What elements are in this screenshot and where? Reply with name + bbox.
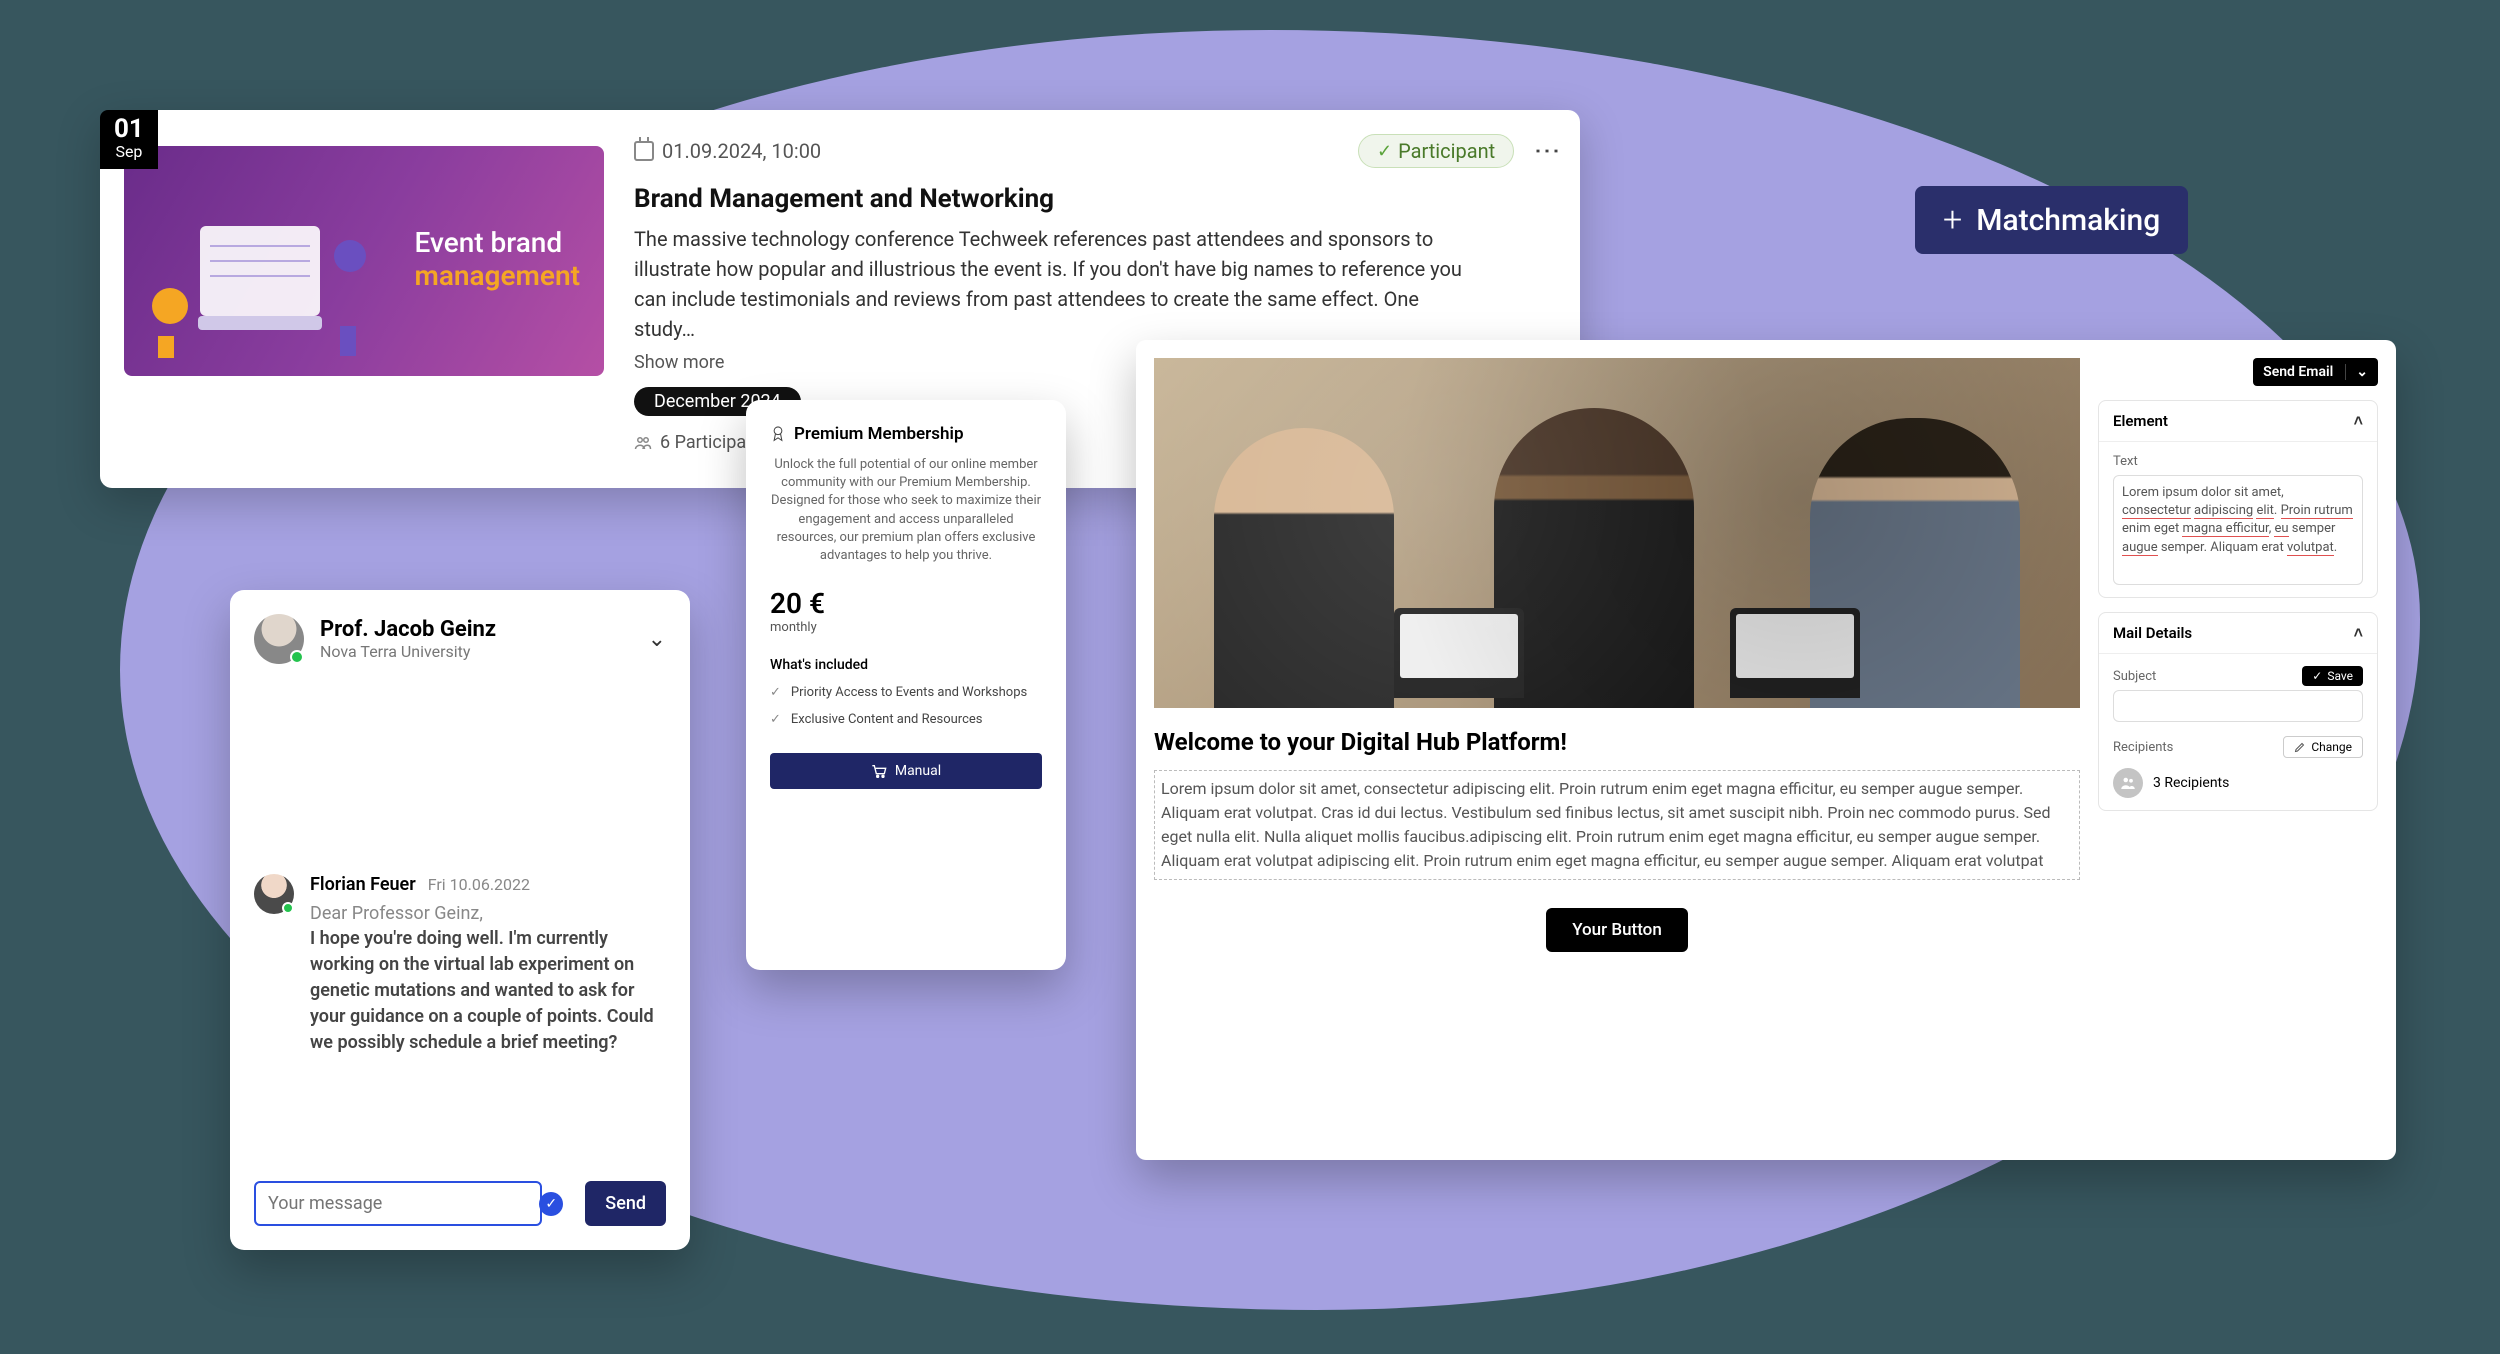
recipients-label: Recipients bbox=[2113, 740, 2173, 755]
event-description: The massive technology conference Techwe… bbox=[634, 224, 1474, 344]
online-status-icon bbox=[282, 902, 294, 914]
matchmaking-label: Matchmaking bbox=[1976, 203, 2160, 238]
premium-manual-button[interactable]: Manual bbox=[770, 753, 1042, 789]
recipients-count: 3 Recipients bbox=[2153, 775, 2229, 791]
element-text-input[interactable]: Lorem ipsum dolor sit amet, consectetur … bbox=[2113, 475, 2363, 585]
matchmaking-button[interactable]: + Matchmaking bbox=[1915, 186, 2188, 254]
calendar-icon bbox=[634, 141, 654, 161]
banner-text-line1: Event brand bbox=[415, 226, 580, 259]
element-panel: Element ˄ Text Lorem ipsum dolor sit ame… bbox=[2098, 400, 2378, 598]
chat-message-input[interactable] bbox=[254, 1181, 542, 1226]
pencil-icon bbox=[2294, 741, 2306, 753]
whats-included-label: What's included bbox=[770, 657, 1042, 673]
chevron-down-icon[interactable]: ⌄ bbox=[2345, 364, 2368, 380]
chat-contact-org: Nova Terra University bbox=[320, 642, 496, 661]
medal-icon bbox=[770, 425, 786, 443]
mail-details-title: Mail Details bbox=[2113, 624, 2192, 642]
event-date-badge: 01 Sep bbox=[100, 110, 158, 169]
people-icon bbox=[634, 434, 652, 452]
premium-title: Premium Membership bbox=[794, 424, 964, 444]
premium-period: monthly bbox=[770, 620, 1042, 635]
sender-avatar bbox=[254, 874, 294, 914]
email-canvas: Welcome to your Digital Hub Platform! Lo… bbox=[1154, 358, 2080, 1142]
mail-details-header[interactable]: Mail Details ˄ bbox=[2099, 613, 2377, 654]
chat-contact-name: Prof. Jacob Geinz bbox=[320, 617, 496, 642]
event-date-time-text: 01.09.2024, 10:00 bbox=[662, 139, 821, 163]
editor-sidebar: Send Email ⌄ Element ˄ Text Lorem ipsum … bbox=[2098, 358, 2378, 1142]
event-title: Brand Management and Networking bbox=[634, 184, 1550, 214]
message-greeting: Dear Professor Geinz, bbox=[310, 903, 666, 924]
premium-membership-card: Premium Membership Unlock the full poten… bbox=[746, 400, 1066, 970]
mail-details-panel: Mail Details ˄ Subject ✓Save Recipients … bbox=[2098, 612, 2378, 811]
recipients-avatar-icon bbox=[2113, 768, 2143, 798]
date-badge-month: Sep bbox=[114, 142, 144, 161]
premium-cta-label: Manual bbox=[895, 763, 941, 779]
element-panel-title: Element bbox=[2113, 412, 2168, 430]
check-icon: ✓ bbox=[770, 685, 781, 700]
text-field-label: Text bbox=[2113, 454, 2363, 469]
save-button[interactable]: ✓Save bbox=[2302, 666, 2363, 686]
element-panel-header[interactable]: Element ˄ bbox=[2099, 401, 2377, 442]
subject-input[interactable] bbox=[2113, 690, 2363, 722]
chevron-up-icon[interactable]: ˄ bbox=[2354, 411, 2363, 431]
premium-feature-1: ✓Priority Access to Events and Workshops bbox=[770, 685, 1042, 700]
chevron-up-icon[interactable]: ˄ bbox=[2354, 623, 2363, 643]
subject-label: Subject bbox=[2113, 669, 2156, 684]
event-banner-image: Event brand management bbox=[124, 146, 604, 376]
email-cta-button[interactable]: Your Button bbox=[1546, 908, 1688, 952]
change-recipients-button[interactable]: Change bbox=[2283, 736, 2363, 758]
chat-card: Prof. Jacob Geinz Nova Terra University … bbox=[230, 590, 690, 1250]
people-icon bbox=[2119, 774, 2137, 792]
email-body-text[interactable]: Lorem ipsum dolor sit amet, consectetur … bbox=[1154, 770, 2080, 880]
check-icon: ✓ bbox=[1377, 141, 1392, 162]
banner-text-line2: management bbox=[415, 259, 580, 292]
chevron-down-icon[interactable]: ⌄ bbox=[648, 627, 666, 652]
send-email-button[interactable]: Send Email ⌄ bbox=[2253, 358, 2378, 386]
chat-header[interactable]: Prof. Jacob Geinz Nova Terra University … bbox=[254, 614, 666, 664]
input-confirm-icon[interactable]: ✓ bbox=[539, 1192, 563, 1216]
banner-illustration bbox=[140, 206, 390, 366]
message-timestamp: Fri 10.06.2022 bbox=[428, 875, 530, 894]
premium-feature-2: ✓Exclusive Content and Resources bbox=[770, 712, 1042, 727]
check-icon: ✓ bbox=[2312, 669, 2322, 683]
online-status-icon bbox=[290, 650, 304, 664]
participant-badge-label: Participant bbox=[1398, 139, 1495, 163]
email-hero-image[interactable] bbox=[1154, 358, 2080, 708]
check-icon: ✓ bbox=[770, 712, 781, 727]
more-menu-icon[interactable]: ⋮ bbox=[1542, 138, 1550, 164]
send-button[interactable]: Send bbox=[585, 1181, 666, 1226]
cart-icon bbox=[871, 764, 887, 778]
date-badge-day: 01 bbox=[114, 116, 144, 142]
premium-price: 20 € bbox=[770, 587, 1042, 620]
email-editor-panel: Welcome to your Digital Hub Platform! Lo… bbox=[1136, 340, 2396, 1160]
premium-description: Unlock the full potential of our online … bbox=[770, 456, 1042, 565]
participant-badge: ✓ Participant bbox=[1358, 134, 1514, 168]
plus-icon: + bbox=[1943, 200, 1962, 240]
professor-avatar bbox=[254, 614, 304, 664]
event-date-time: 01.09.2024, 10:00 bbox=[634, 139, 821, 163]
email-heading[interactable]: Welcome to your Digital Hub Platform! bbox=[1154, 728, 2080, 756]
message-body: I hope you're doing well. I'm currently … bbox=[310, 926, 666, 1056]
message-sender: Florian Feuer bbox=[310, 874, 416, 895]
send-email-label: Send Email bbox=[2263, 364, 2333, 380]
